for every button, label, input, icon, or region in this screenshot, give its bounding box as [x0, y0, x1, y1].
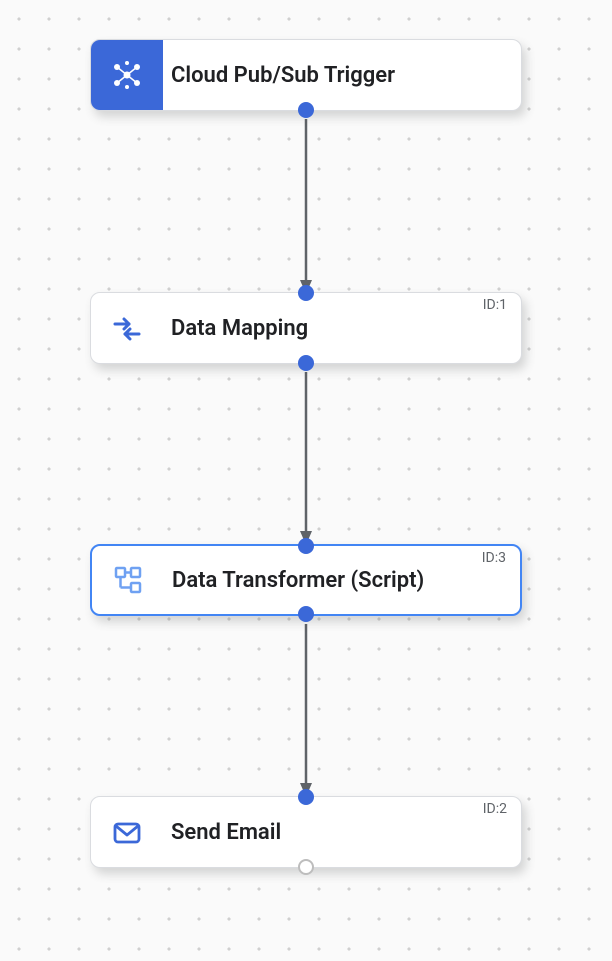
- port-out[interactable]: [298, 355, 314, 371]
- node-data-mapping[interactable]: ID:1 Data Mapping: [90, 292, 522, 364]
- port-in[interactable]: [298, 285, 314, 301]
- node-data-transformer[interactable]: ID:3 Data Transformer (Script): [90, 544, 522, 616]
- data-mapping-icon: [91, 293, 163, 363]
- port-in[interactable]: [298, 538, 314, 554]
- port-out[interactable]: [298, 606, 314, 622]
- pubsub-icon: [91, 40, 163, 110]
- mail-icon: [91, 797, 163, 867]
- node-send-email[interactable]: ID:2 Send Email: [90, 796, 522, 868]
- node-id: ID:1: [483, 297, 507, 313]
- port-out[interactable]: [298, 102, 314, 118]
- node-trigger-label: Cloud Pub/Sub Trigger: [163, 63, 395, 88]
- node-trigger[interactable]: Cloud Pub/Sub Trigger: [90, 39, 522, 111]
- node-transformer-label: Data Transformer (Script): [164, 568, 424, 593]
- workflow-canvas[interactable]: Cloud Pub/Sub Trigger ID:1 Data Mapping …: [0, 0, 612, 961]
- data-transformer-icon: [92, 546, 164, 614]
- node-sendemail-label: Send Email: [163, 820, 281, 845]
- port-out-open[interactable]: [298, 859, 314, 875]
- node-mapping-label: Data Mapping: [163, 316, 308, 341]
- node-id: ID:2: [483, 801, 507, 817]
- port-in[interactable]: [298, 789, 314, 805]
- node-id: ID:3: [482, 550, 506, 566]
